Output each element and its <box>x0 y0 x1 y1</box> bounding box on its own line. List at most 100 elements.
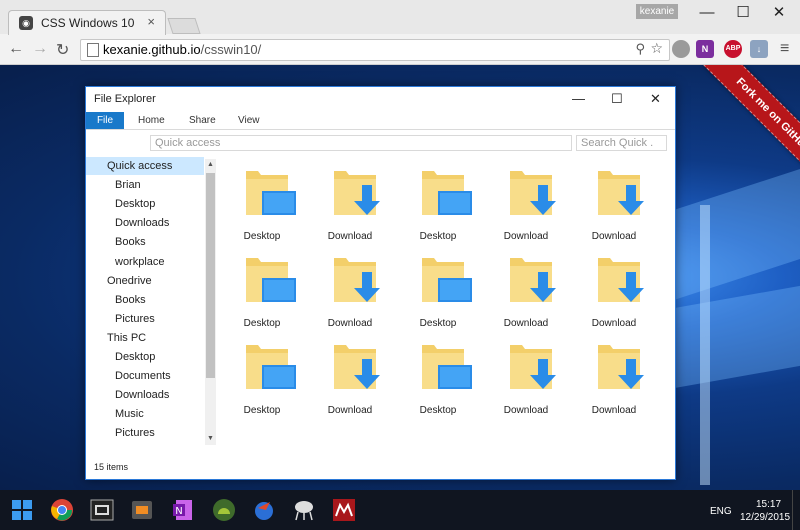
file-item[interactable]: Desktop <box>398 252 478 332</box>
nav-item[interactable]: Pictures <box>86 424 204 442</box>
onenote-icon[interactable]: N <box>172 498 196 522</box>
zoom-icon[interactable]: ⚲ <box>635 41 645 57</box>
file-label: Desktop <box>419 405 457 416</box>
windows-start-icon[interactable] <box>12 500 32 520</box>
adblock-extension-icon[interactable]: ABP <box>724 40 742 58</box>
mendeley-icon[interactable] <box>332 498 356 522</box>
file-label: Download <box>503 231 549 242</box>
folder-download-icon <box>598 258 644 302</box>
nav-item[interactable]: Pictures <box>86 310 204 328</box>
maximize-button[interactable]: ☐ <box>611 91 623 107</box>
close-button[interactable]: ✕ <box>650 91 661 107</box>
url-text[interactable]: kexanie.github.io/csswin10/ <box>103 42 261 57</box>
terminal-icon[interactable] <box>90 498 114 522</box>
nav-item[interactable]: Quick access <box>86 157 204 175</box>
network-icon[interactable] <box>292 498 316 522</box>
folder-download-icon <box>334 258 380 302</box>
bird-icon[interactable] <box>252 498 276 522</box>
file-label: Desktop <box>419 231 457 242</box>
forward-icon[interactable]: → <box>32 40 48 58</box>
chrome-icon[interactable] <box>50 498 74 522</box>
page-icon <box>87 43 99 57</box>
file-item[interactable]: Download <box>486 165 566 245</box>
window-minimize-button[interactable]: — <box>690 0 724 26</box>
back-icon[interactable]: ← <box>8 40 24 58</box>
search-field[interactable]: Search Quick . <box>576 135 667 151</box>
tab-close-icon[interactable]: × <box>147 14 155 29</box>
clock-time[interactable]: 15:17 <box>756 499 781 510</box>
file-item[interactable]: Download <box>486 252 566 332</box>
nav-item[interactable]: Downloads <box>86 214 204 232</box>
browser-menu-icon[interactable]: ≡ <box>780 40 789 58</box>
tab-view[interactable]: View <box>238 112 260 129</box>
folder-download-icon <box>598 345 644 389</box>
file-label: Download <box>591 231 637 242</box>
folder-download-icon <box>598 171 644 215</box>
nav-item[interactable]: Books <box>86 291 204 309</box>
nav-scrollbar[interactable]: ▲ ▼ <box>205 159 216 445</box>
android-studio-icon[interactable] <box>212 498 236 522</box>
folder-download-icon <box>334 171 380 215</box>
file-item[interactable]: Download <box>574 339 654 419</box>
scrollbar-thumb[interactable] <box>206 173 215 378</box>
file-label: Download <box>503 318 549 329</box>
nav-item[interactable]: Desktop <box>86 348 204 366</box>
nav-item[interactable]: Books <box>86 233 204 251</box>
extension-globe-icon[interactable] <box>672 40 690 58</box>
tab-home[interactable]: Home <box>138 112 165 129</box>
nav-item[interactable]: Downloads <box>86 386 204 404</box>
clock-date[interactable]: 12/29/2015 <box>740 512 790 523</box>
show-desktop-button[interactable] <box>792 490 793 530</box>
folder-desktop-icon <box>246 258 296 302</box>
nav-item[interactable]: Documents <box>86 367 204 385</box>
nav-item[interactable]: Desktop <box>86 195 204 213</box>
file-item[interactable]: Download <box>486 339 566 419</box>
scroll-down-icon[interactable]: ▼ <box>207 435 214 442</box>
file-item[interactable]: Desktop <box>222 339 302 419</box>
nav-item[interactable]: workplace <box>86 253 204 271</box>
minimize-button[interactable]: — <box>572 91 585 106</box>
address-bar[interactable]: kexanie.github.io/csswin10/ ⚲ ☆ <box>80 39 670 61</box>
language-indicator[interactable]: ENG <box>710 506 732 517</box>
folder-desktop-icon <box>422 258 472 302</box>
sublime-icon[interactable] <box>130 498 154 522</box>
nav-item[interactable]: Music <box>86 405 204 423</box>
file-item[interactable]: Download <box>574 252 654 332</box>
window-maximize-button[interactable]: ☐ <box>726 0 760 26</box>
window-close-button[interactable]: ✕ <box>762 0 796 26</box>
address-field[interactable]: Quick access <box>150 135 572 151</box>
tab-file[interactable]: File <box>86 112 124 129</box>
tab-share[interactable]: Share <box>189 112 216 129</box>
window-title: File Explorer <box>94 93 156 105</box>
profile-badge[interactable]: kexanie <box>636 4 678 19</box>
bookmark-star-icon[interactable]: ☆ <box>650 40 663 57</box>
file-item[interactable]: Download <box>310 252 390 332</box>
onenote-extension-icon[interactable]: N <box>696 40 714 58</box>
new-tab-button[interactable] <box>167 18 201 34</box>
file-label: Desktop <box>243 405 281 416</box>
browser-tab[interactable]: ◉ CSS Windows 10 × <box>8 10 166 35</box>
tab-bar: ◉ CSS Windows 10 × kexanie — ☐ ✕ <box>0 0 800 35</box>
taskbar: N ENG 15:17 12/29/2015 <box>0 490 800 530</box>
tab-title: CSS Windows 10 <box>41 16 135 30</box>
file-label: Download <box>327 405 373 416</box>
file-item[interactable]: Desktop <box>222 252 302 332</box>
reload-icon[interactable]: ↻ <box>56 40 69 60</box>
nav-item[interactable]: Brian <box>86 176 204 194</box>
file-label: Download <box>327 318 373 329</box>
file-item[interactable]: Desktop <box>222 165 302 245</box>
file-item[interactable]: Download <box>574 165 654 245</box>
tab-favicon-icon: ◉ <box>19 16 33 30</box>
file-item[interactable]: Desktop <box>398 165 478 245</box>
fork-ribbon[interactable]: Fork me on GitHub <box>702 65 800 186</box>
nav-item[interactable]: Onedrive <box>86 272 204 290</box>
scroll-up-icon[interactable]: ▲ <box>207 161 214 168</box>
ribbon-tabs: File Home Share View <box>86 112 675 130</box>
file-item[interactable]: Desktop <box>398 339 478 419</box>
folder-download-icon <box>510 345 556 389</box>
status-bar: 15 items <box>94 462 129 472</box>
download-extension-icon[interactable]: ↓ <box>750 40 768 58</box>
file-item[interactable]: Download <box>310 339 390 419</box>
nav-item[interactable]: This PC <box>86 329 204 347</box>
file-item[interactable]: Download <box>310 165 390 245</box>
